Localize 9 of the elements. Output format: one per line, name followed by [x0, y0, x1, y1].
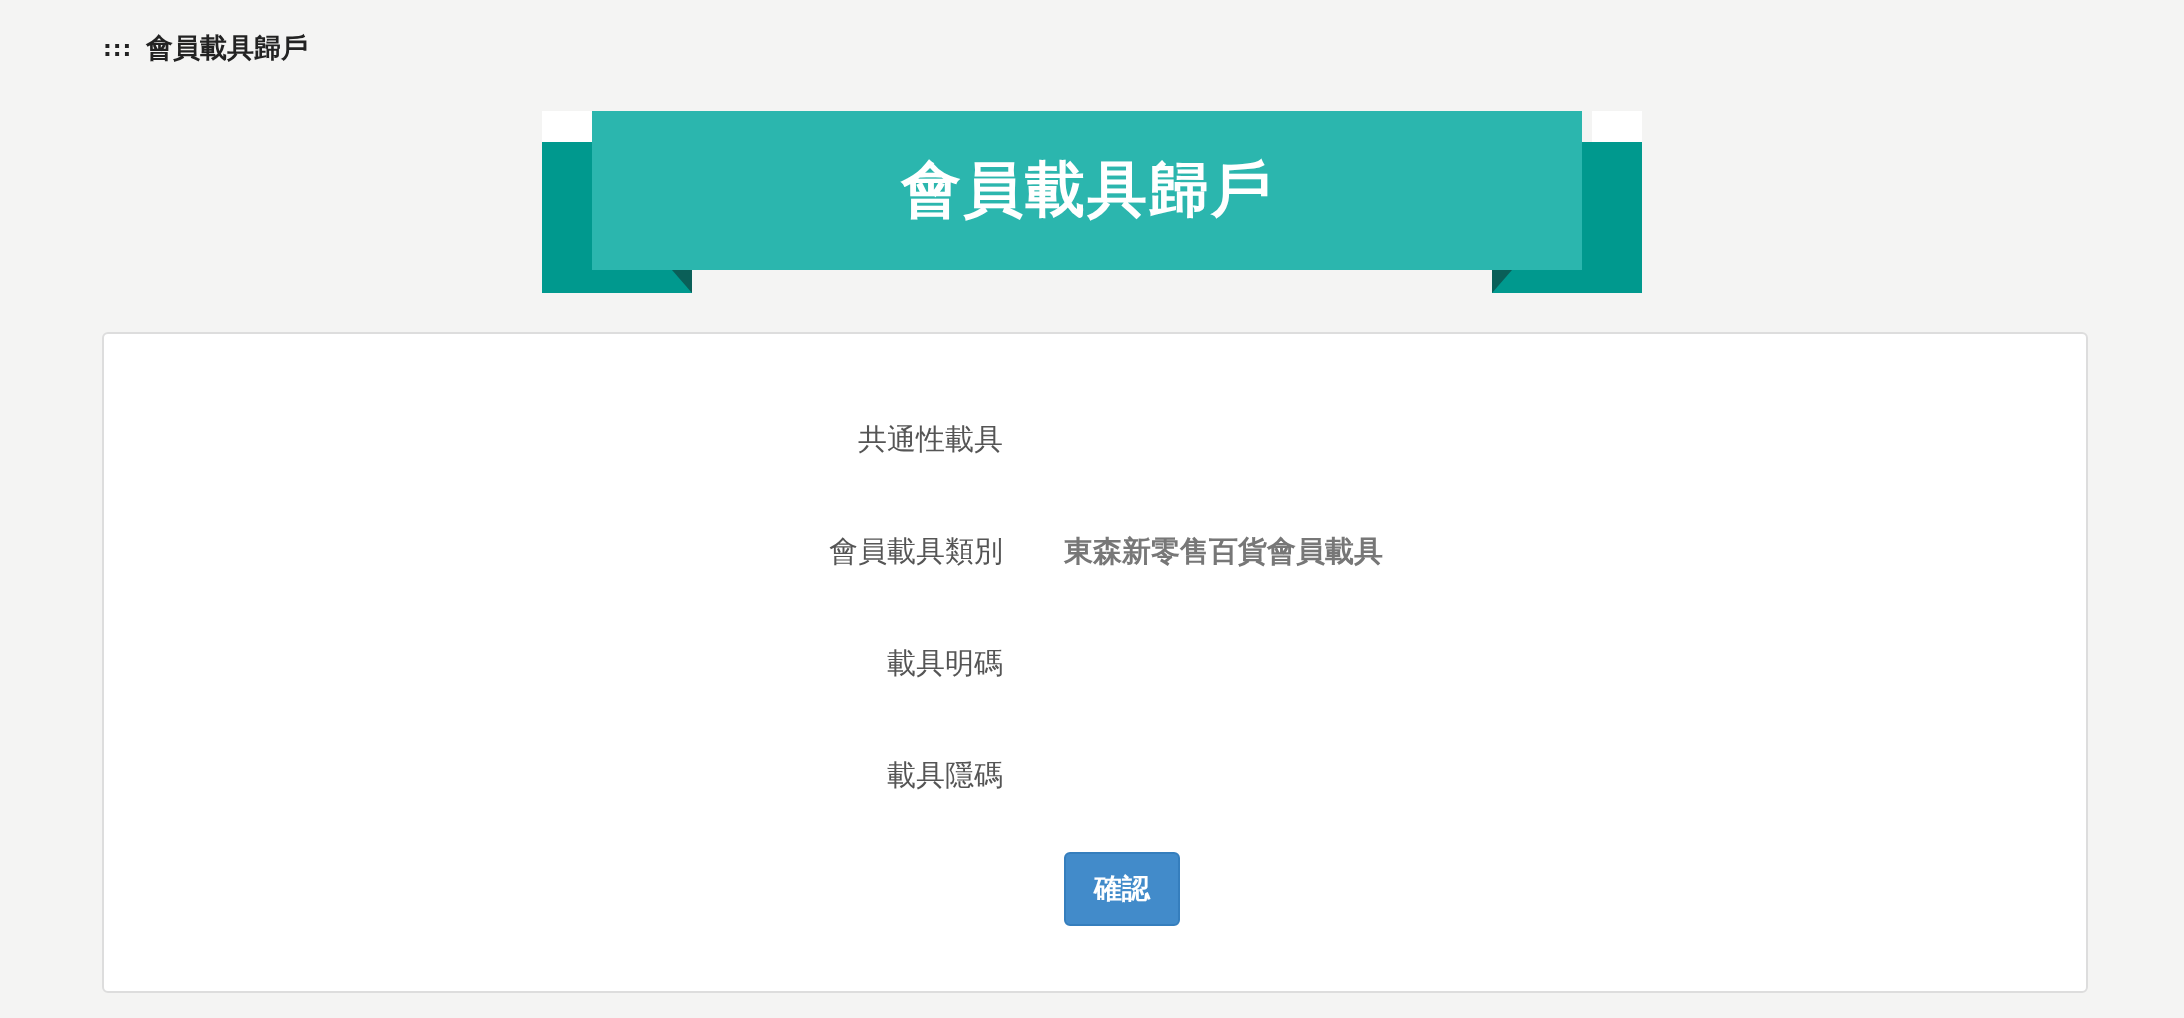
breadcrumb-label: 會員載具歸戶 — [146, 31, 309, 65]
field-value: 東森新零售百貨會員載具 — [1064, 533, 1383, 570]
field-label: 共通性載具 — [857, 421, 1003, 458]
breadcrumb-marker: ::: — [103, 35, 133, 61]
page-title: 會員載具歸戶 — [901, 153, 1273, 226]
field-label: 會員載具類別 — [828, 533, 1003, 570]
field-label: 載具隱碼 — [886, 757, 1003, 794]
field-label: 載具明碼 — [886, 645, 1003, 682]
confirm-button[interactable]: 確認 — [1064, 852, 1180, 926]
